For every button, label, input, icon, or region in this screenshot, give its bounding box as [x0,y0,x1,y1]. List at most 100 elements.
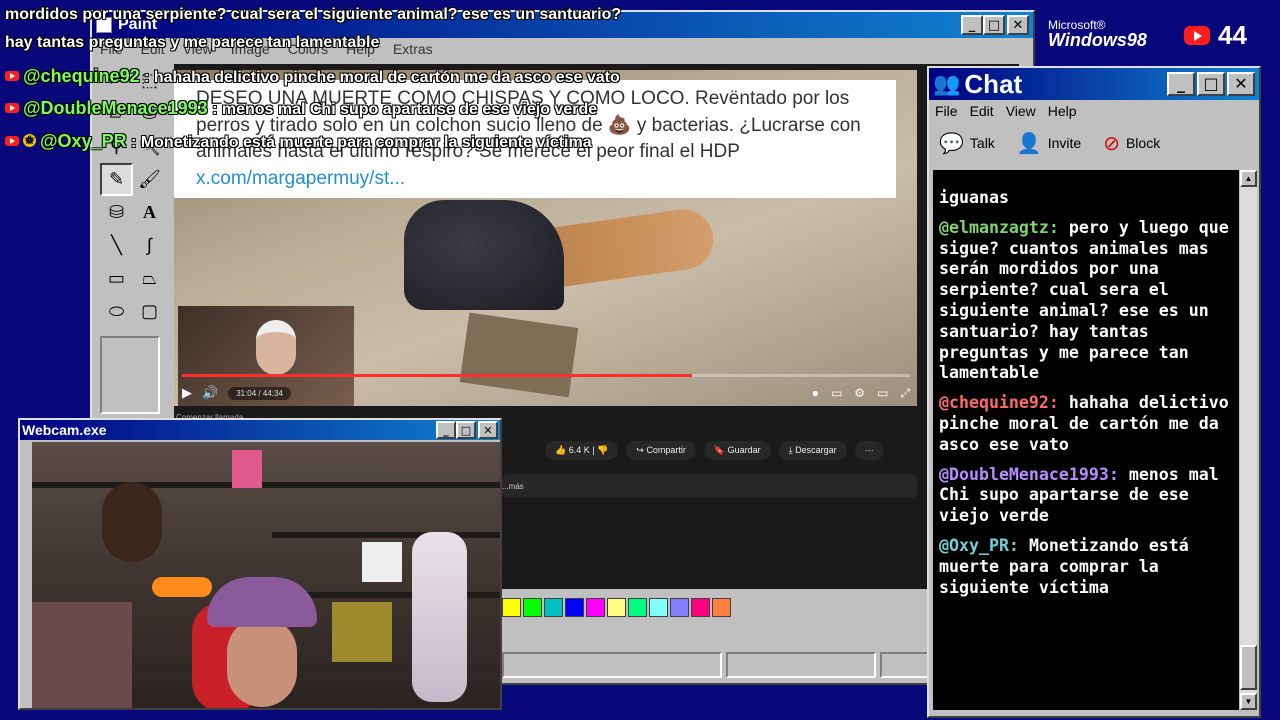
palette-swatch[interactable] [565,598,584,617]
webcam-minimize-button[interactable]: _ [436,421,456,439]
chat-menubar: File Edit View Help [929,100,1259,122]
chat-message: @elmanzagtz: pero y luego que sigue? cua… [939,218,1233,384]
block-icon: ⊘ [1103,132,1120,155]
webcam-title: Webcam.exe [22,422,107,438]
video-description[interactable]: ...más [502,474,917,498]
overlay-alert: @DoubleMenace1993 : menos mal Chi supo a… [5,98,597,119]
download-button[interactable]: ⤓ Descargar [778,441,847,460]
chat-window: 👥 Chat _ □ ✕ File Edit View Help 💬 Talk 👤… [927,66,1261,718]
polygon-icon[interactable]: ⏢ [133,262,166,295]
scroll-thumb[interactable] [1240,645,1257,690]
chat-menu-file[interactable]: File [935,103,958,119]
settings-gear-icon[interactable]: ⚙ [854,386,865,401]
chat-message-text: iguanas [939,188,1009,207]
status-cell-2 [726,652,876,678]
poop-emoji-icon: 💩 [607,114,632,136]
video-progress-fill [182,374,692,377]
tool-options-box[interactable] [100,336,160,414]
palette-swatch[interactable] [649,598,668,617]
palette-swatch[interactable] [502,598,521,617]
scroll-down-icon[interactable]: ▼ [1240,693,1257,710]
subtitles-icon[interactable]: ▭ [831,386,842,401]
overlay-alert: @chequine92 : hahaha delictivo pinche mo… [5,66,620,87]
palette-swatch[interactable] [712,598,731,617]
ellipse-icon[interactable]: ⬭ [100,295,133,328]
like-button[interactable]: 👍 6.4 K | 👎 [545,441,619,460]
desc-more-link[interactable]: ...más [502,482,524,491]
chat-menu-help[interactable]: Help [1048,103,1077,119]
chat-minimize-button[interactable]: _ [1167,72,1195,96]
chat-username[interactable]: @chequine92: [939,393,1059,412]
chat-titlebar[interactable]: 👥 Chat _ □ ✕ [929,68,1259,100]
text-icon[interactable]: A [133,196,166,229]
chat-title: Chat [964,68,1023,99]
palette-swatch[interactable] [544,598,563,617]
chat-close-button[interactable]: ✕ [1227,72,1255,96]
palette-swatch[interactable] [523,598,542,617]
overlay-alert: ★ @Oxy_PR : Monetizando está muerte para … [5,131,592,152]
overlay-username: @Oxy_PR [40,131,127,151]
save-button[interactable]: 🔖 Guardar [703,441,771,460]
tweet-link[interactable]: x.com/margapermuy/st... [196,168,405,189]
webcam-titlebar[interactable]: Webcam.exe _ □ ✕ [20,420,500,440]
chat-username[interactable]: @DoubleMenace1993: [939,465,1119,484]
palette-swatch[interactable] [628,598,647,617]
minimize-button[interactable]: _ [961,15,983,35]
line-icon[interactable]: ╲ [100,229,133,262]
theater-icon[interactable]: ▭ [877,386,888,401]
overlay-text: Monetizando está muerte para comprar la … [140,134,592,151]
palette-swatch[interactable] [691,598,710,617]
more-button[interactable]: ⋯ [854,441,884,460]
volume-icon[interactable]: 🔊 [202,385,218,401]
viewer-count-number: 44 [1218,20,1247,50]
video-progress-bar[interactable] [182,374,910,377]
airbrush-icon[interactable]: ⛁ [100,196,133,229]
pencil-icon[interactable]: ✎ [100,163,133,196]
overlay-text: menos mal Chi supo apartarse de ese viej… [221,101,598,118]
chat-scrollbar[interactable]: ▲ ▼ [1240,170,1257,710]
chat-message-text: pero y luego que sigue? cuantos animales… [939,217,1229,383]
video-scene-person [404,200,564,310]
talk-icon: 💬 [939,132,964,155]
close-button[interactable]: ✕ [1007,15,1029,35]
palette-swatch[interactable] [586,598,605,617]
webcam-window: Webcam.exe _ □ ✕ [18,418,502,710]
block-button[interactable]: ⊘ Block [1103,131,1160,156]
chat-message: @chequine92: hahaha delictivo pinche mor… [939,393,1233,455]
play-icon[interactable]: ▶ [182,385,192,401]
youtube-badge-icon [5,135,19,146]
overlay-username: @DoubleMenace1993 [23,98,208,118]
chat-username[interactable]: @Oxy_PR: [939,536,1019,555]
chat-toolbar: 💬 Talk 👤 Invite ⊘ Block [929,122,1259,164]
maximize-button[interactable]: □ [983,15,1005,35]
chat-maximize-button[interactable]: □ [1197,72,1225,96]
brush-icon[interactable]: 🖌 [133,163,166,196]
webcam-maximize-button[interactable]: □ [456,421,476,439]
video-player[interactable]: DESEO UNA MUERTE COMO CHISPAS Y COMO LOC… [174,70,917,406]
invite-button[interactable]: 👤 Invite [1017,131,1081,156]
share-button[interactable]: ↪ Compartir [626,441,696,460]
menu-extras[interactable]: Extras [393,41,433,57]
chat-menu-view[interactable]: View [1006,103,1036,119]
rectangle-icon[interactable]: ▭ [100,262,133,295]
rounded-rect-icon[interactable]: ▢ [133,295,166,328]
brand-windows: Windows98 [1048,30,1147,50]
webcam-close-button[interactable]: ✕ [478,421,498,439]
autoplay-icon[interactable]: ● [812,386,819,401]
chat-username[interactable]: @elmanzagtz: [939,218,1059,237]
viewer-count: 44 [1184,20,1247,51]
video-controls: ▶ 🔊 31:04 / 44:34 ● ▭ ⚙ ▭ ⤢ [182,382,910,404]
youtube-icon [1184,26,1210,45]
video-actions: 👍 6.4 K | 👎 ↪ Compartir 🔖 Guardar ⤓ Desc… [545,441,884,460]
youtube-badge-icon [5,102,19,113]
windows98-logo: Microsoft® Windows98 [1048,18,1147,50]
palette-swatch[interactable] [607,598,626,617]
chat-menu-edit[interactable]: Edit [970,103,994,119]
youtube-badge-icon [5,70,19,81]
scroll-up-icon[interactable]: ▲ [1240,170,1257,187]
member-star-icon: ★ [23,134,36,148]
curve-icon[interactable]: ∫ [133,229,166,262]
talk-button[interactable]: 💬 Talk [939,131,995,156]
fullscreen-icon[interactable]: ⤢ [900,386,910,401]
palette-swatch[interactable] [670,598,689,617]
